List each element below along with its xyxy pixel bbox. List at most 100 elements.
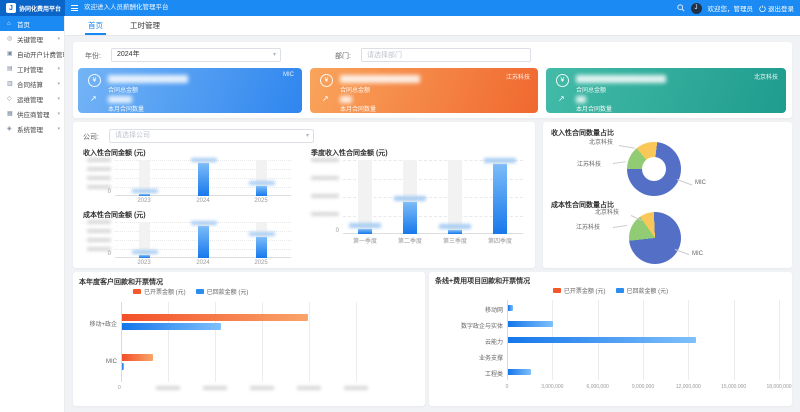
y-axis-labels: 0 bbox=[83, 158, 111, 198]
company-select[interactable]: 请选择公司 ▾ bbox=[109, 129, 314, 143]
pie-label: 江苏科技 bbox=[577, 159, 601, 168]
x-tick-label: 第一季度 bbox=[353, 236, 377, 245]
x-tick-label: 12,000,000 bbox=[676, 384, 701, 390]
category-label: MIC bbox=[73, 359, 117, 365]
redacted-tick bbox=[250, 386, 274, 390]
avatar[interactable]: J bbox=[691, 3, 702, 14]
year-select[interactable]: 2024年 ▾ bbox=[111, 48, 281, 62]
sidebar-item-worktime-mgmt[interactable]: ▤ 工时管理 ▾ bbox=[0, 61, 64, 76]
menu-toggle-icon[interactable] bbox=[71, 5, 78, 11]
legend-swatch bbox=[133, 289, 141, 294]
sidebar-item-billing-mgmt[interactable]: ▣ 自动开户计费管理 ▾ bbox=[0, 46, 64, 61]
customer-payment-chart bbox=[121, 302, 403, 382]
donut-hole bbox=[642, 157, 666, 181]
sidebar-item-home[interactable]: ⌂ 首页 bbox=[0, 16, 64, 31]
bar bbox=[448, 230, 462, 234]
tick-zero: 0 bbox=[336, 228, 339, 234]
redacted-tick bbox=[311, 194, 339, 198]
company-badge: MIC bbox=[283, 72, 294, 78]
bar bbox=[198, 226, 209, 258]
welcome-text: 欢迎进入人员薪酬化管理平台 bbox=[84, 0, 169, 16]
logout-button[interactable]: 退出登录 bbox=[759, 3, 794, 13]
redacted-value bbox=[576, 75, 666, 83]
redacted-value bbox=[132, 250, 158, 254]
legend-item-invoiced[interactable]: 已开票金额 (元) bbox=[133, 287, 186, 296]
x-tick-label: 3,000,000 bbox=[541, 384, 563, 390]
chevron-down-icon: ▾ bbox=[57, 111, 60, 117]
legend-label: 已开票金额 (元) bbox=[564, 286, 606, 295]
y-axis-labels: 0 bbox=[309, 158, 339, 236]
summary-card-beijing: 北京科技 ¥ 合同总金额 ↗ 本月合同数量 bbox=[546, 68, 786, 113]
sidebar-item-label: 运维管理 bbox=[17, 94, 43, 104]
line-project-payment-panel: 条线+费用项目回款和开票情况 已开票金额 (元) 已回款金额 (元) 移动网 bbox=[429, 272, 792, 406]
label-line bbox=[613, 225, 627, 228]
trend-arrow-icon: ↗ bbox=[90, 94, 97, 103]
gridline bbox=[779, 300, 780, 380]
summary-card-mic: MIC ¥ 合同总金额 ↗ 本月合同数量 bbox=[78, 68, 302, 113]
bar-column-q3 bbox=[448, 160, 462, 234]
tick-zero: 0 bbox=[108, 189, 111, 195]
redacted-value bbox=[191, 158, 217, 162]
label-line bbox=[613, 161, 626, 164]
bar bbox=[403, 202, 417, 234]
chevron-down-icon: ▾ bbox=[306, 130, 309, 142]
sidebar-item-contract-settle[interactable]: ▥ 合同结算 ▾ bbox=[0, 76, 64, 91]
pie-label: MIC bbox=[692, 251, 703, 257]
redacted-value bbox=[249, 181, 275, 185]
tab-home[interactable]: 首页 bbox=[85, 16, 106, 35]
bar bbox=[139, 194, 150, 196]
customer-payment-panel: 本年度客户回款和开票情况 已开票金额 (元) 已回款金额 (元) 移动+政企 M… bbox=[73, 272, 425, 406]
cost-share-pie bbox=[629, 212, 681, 264]
category-label: 云能力 bbox=[429, 337, 503, 346]
bar-column-q4 bbox=[493, 160, 507, 234]
label-line bbox=[675, 249, 689, 255]
gridline bbox=[734, 300, 735, 380]
bar-column-2025 bbox=[256, 222, 267, 258]
legend-item-invoiced[interactable]: 已开票金额 (元) bbox=[553, 286, 606, 295]
sidebar-item-ops-mgmt[interactable]: ◇ 运维管理 ▾ bbox=[0, 91, 64, 106]
redacted-value bbox=[439, 224, 471, 229]
x-tick-label: 6,000,000 bbox=[587, 384, 609, 390]
x-tick-label: 0 bbox=[506, 384, 509, 390]
tab-worktime[interactable]: 工时管理 bbox=[127, 16, 163, 35]
redacted-tick bbox=[87, 220, 111, 224]
bar-received bbox=[508, 321, 553, 327]
logout-label: 退出登录 bbox=[768, 3, 794, 13]
sidebar: ⌂ 首页 ◎ 关键管理 ▾ ▣ 自动开户计费管理 ▾ ▤ 工时管理 ▾ ▥ 合同… bbox=[0, 16, 65, 412]
chevron-down-icon: ▾ bbox=[57, 81, 60, 87]
trend-arrow-icon: ↗ bbox=[322, 94, 329, 103]
redacted-value bbox=[349, 223, 381, 228]
category-label: 移动网 bbox=[429, 305, 503, 314]
chevron-down-icon: ▾ bbox=[273, 49, 276, 61]
redacted-value bbox=[484, 158, 516, 163]
chevron-down-icon: ▾ bbox=[57, 96, 60, 102]
sidebar-item-system-mgmt[interactable]: ◈ 系统管理 ▾ bbox=[0, 121, 64, 136]
bar bbox=[256, 237, 267, 258]
sidebar-item-key-mgmt[interactable]: ◎ 关键管理 ▾ bbox=[0, 31, 64, 46]
tick-zero: 0 bbox=[108, 251, 111, 257]
sidebar-item-supplier-mgmt[interactable]: ▦ 供应商管理 ▾ bbox=[0, 106, 64, 121]
redacted-value bbox=[191, 221, 217, 225]
yuan-circle-icon: ¥ bbox=[320, 74, 333, 87]
header-actions: J 欢迎您，管理员 退出登录 bbox=[677, 0, 795, 16]
company-select-placeholder: 请选择公司 bbox=[115, 132, 150, 139]
redacted-value bbox=[340, 96, 352, 103]
redacted-tick bbox=[203, 386, 227, 390]
app-root: J 协同化费用平台 欢迎进入人员薪酬化管理平台 J 欢迎您，管理员 退出登录 ⌂… bbox=[0, 0, 800, 412]
sidebar-item-label: 工时管理 bbox=[17, 64, 43, 74]
legend-item-received[interactable]: 已回款金额 (元) bbox=[616, 286, 669, 295]
chart-title-customer-payment: 本年度客户回款和开票情况 bbox=[79, 277, 163, 287]
chevron-down-icon: ▾ bbox=[57, 51, 60, 57]
legend-item-received[interactable]: 已回款金额 (元) bbox=[196, 287, 249, 296]
redacted-tick bbox=[87, 238, 111, 242]
yearly-income-chart: 2023 2024 2025 bbox=[115, 160, 291, 196]
dept-input[interactable] bbox=[361, 48, 531, 62]
user-greeting: 欢迎您，管理员 bbox=[708, 3, 754, 13]
redacted-value bbox=[249, 232, 275, 236]
sidebar-item-label: 供应商管理 bbox=[17, 109, 50, 119]
redacted-value bbox=[394, 196, 426, 201]
redacted-tick bbox=[297, 386, 321, 390]
search-icon[interactable] bbox=[677, 4, 685, 12]
legend-label: 已回款金额 (元) bbox=[207, 287, 249, 296]
redacted-value bbox=[576, 96, 586, 103]
